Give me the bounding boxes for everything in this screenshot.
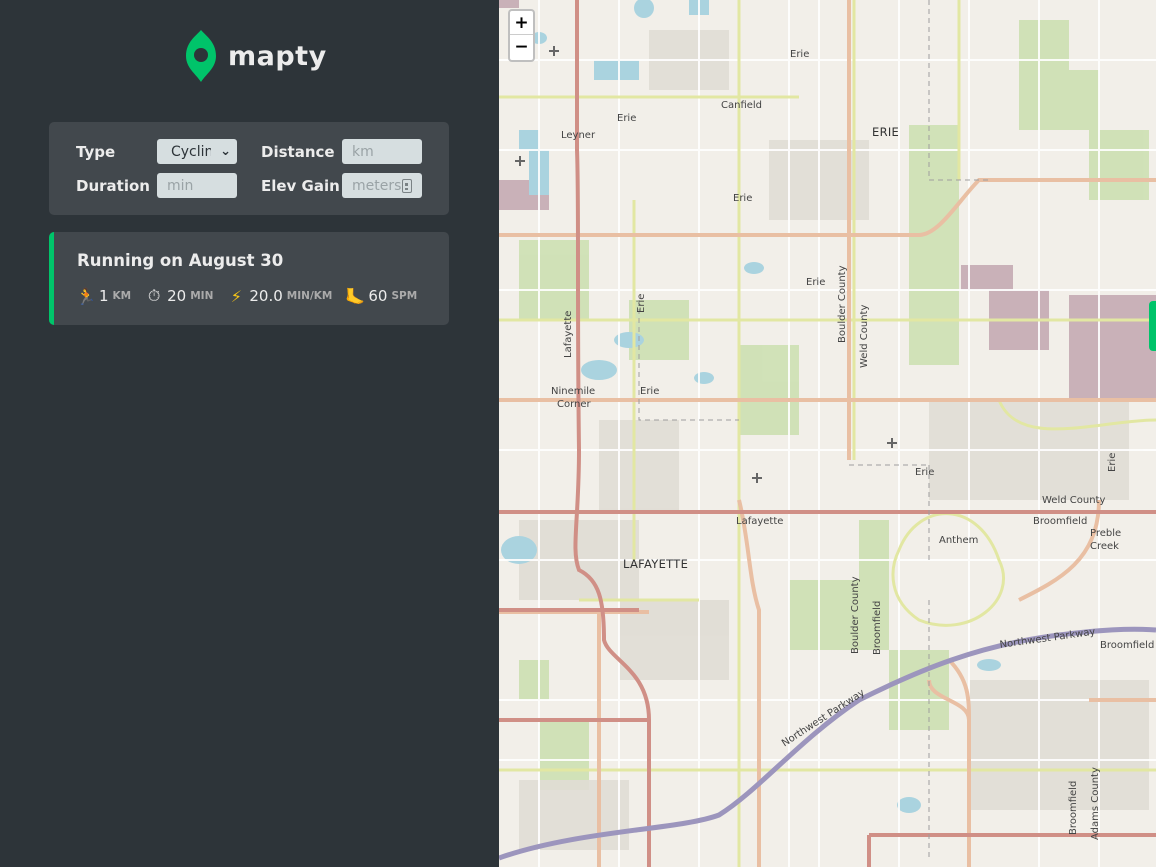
distance-value: 1 <box>99 287 109 305</box>
label-broomfield: Broomfield <box>872 600 883 655</box>
type-label: Type <box>76 143 116 161</box>
map-pin-icon <box>186 30 216 82</box>
distance-label: Distance <box>261 143 335 161</box>
type-select-value: Cycling <box>171 143 211 160</box>
zoom-out-button[interactable]: − <box>510 35 533 59</box>
workout-cadence: 🦶 60 spm <box>345 286 418 306</box>
label-erie-town: ERIE <box>872 125 900 139</box>
stopwatch-icon: ⏱ <box>147 286 161 305</box>
duration-unit: min <box>190 290 214 302</box>
label-adams-county: Adams County <box>1090 767 1101 840</box>
app-name: mapty <box>228 40 327 72</box>
distance-placeholder: km <box>352 143 374 160</box>
workout-pace: ⚡ 20.0 min/km <box>227 286 333 306</box>
foot-icon: 🦶 <box>345 286 366 306</box>
workout-details: 🏃 1 km ⏱ 20 min ⚡ 20.0 min/km 🦶 60 spm <box>76 286 431 306</box>
elev-gain-label: Elev Gain <box>261 177 340 195</box>
zoom-control: + − <box>508 9 535 62</box>
label-erie: Erie <box>806 277 826 288</box>
workout-popup-edge[interactable] <box>1149 301 1156 351</box>
pace-unit: min/km <box>286 290 333 302</box>
cadence-unit: spm <box>391 290 418 302</box>
label-creek: Creek <box>1090 541 1119 552</box>
type-select[interactable]: Cycling ⌄ <box>157 139 237 164</box>
label-weld-county: Weld County <box>859 304 870 368</box>
elev-gain-input[interactable]: meters <box>342 173 422 198</box>
label-lafayette-town: LAFAYETTE <box>623 557 689 571</box>
label-erie: Erie <box>1107 452 1118 472</box>
workout-distance: 🏃 1 km <box>76 286 132 306</box>
label-anthem: Anthem <box>939 535 979 546</box>
label-boulder-county: Boulder County <box>850 576 861 655</box>
label-erie: Erie <box>617 113 637 124</box>
map[interactable]: Erie Canfield Leyner Erie ERIE Erie Erie… <box>499 0 1156 867</box>
label-lafayette: Lafayette <box>736 516 784 527</box>
elev-gain-placeholder: meters <box>352 177 402 194</box>
zoom-in-button[interactable]: + <box>510 11 533 35</box>
workout-title: Running on August 30 <box>77 251 284 270</box>
label-broomfield: Broomfield <box>1100 640 1155 651</box>
map-tiles[interactable] <box>499 0 1156 867</box>
label-broomfield: Broomfield <box>1068 780 1079 835</box>
logo: mapty <box>184 28 327 84</box>
sidebar: mapty Type Cycling ⌄ Distance km Duratio… <box>0 0 499 867</box>
label-broomfield: Broomfield <box>1033 516 1088 527</box>
password-manager-icon <box>402 178 412 193</box>
duration-value: 20 <box>167 287 187 305</box>
label-boulder-county: Boulder County <box>837 265 848 344</box>
duration-placeholder: min <box>167 177 194 194</box>
label-canfield: Canfield <box>721 100 763 111</box>
label-corner: Corner <box>557 399 591 410</box>
distance-unit: km <box>112 290 132 302</box>
label-lafayette-road: Lafayette <box>563 310 574 358</box>
duration-input[interactable]: min <box>157 173 237 198</box>
label-erie: Erie <box>636 293 647 313</box>
label-preble: Preble <box>1090 528 1122 539</box>
label-erie: Erie <box>915 467 935 478</box>
chevron-down-icon: ⌄ <box>220 144 231 159</box>
distance-input[interactable]: km <box>342 139 422 164</box>
running-icon: 🏃 <box>76 286 96 306</box>
workout-card[interactable]: Running on August 30 🏃 1 km ⏱ 20 min ⚡ 2… <box>49 232 449 325</box>
cadence-value: 60 <box>368 287 388 305</box>
label-leyner: Leyner <box>561 130 596 141</box>
label-erie: Erie <box>790 49 810 60</box>
workout-duration: ⏱ 20 min <box>145 286 214 305</box>
lightning-icon: ⚡ <box>230 286 242 306</box>
duration-label: Duration <box>76 177 150 195</box>
workout-form: Type Cycling ⌄ Distance km Duration min … <box>49 122 449 215</box>
label-erie: Erie <box>640 386 660 397</box>
label-erie: Erie <box>733 193 753 204</box>
pace-value: 20.0 <box>249 287 283 305</box>
label-weld-county: Weld County <box>1042 495 1106 506</box>
label-ninemile: Ninemile <box>551 386 596 397</box>
